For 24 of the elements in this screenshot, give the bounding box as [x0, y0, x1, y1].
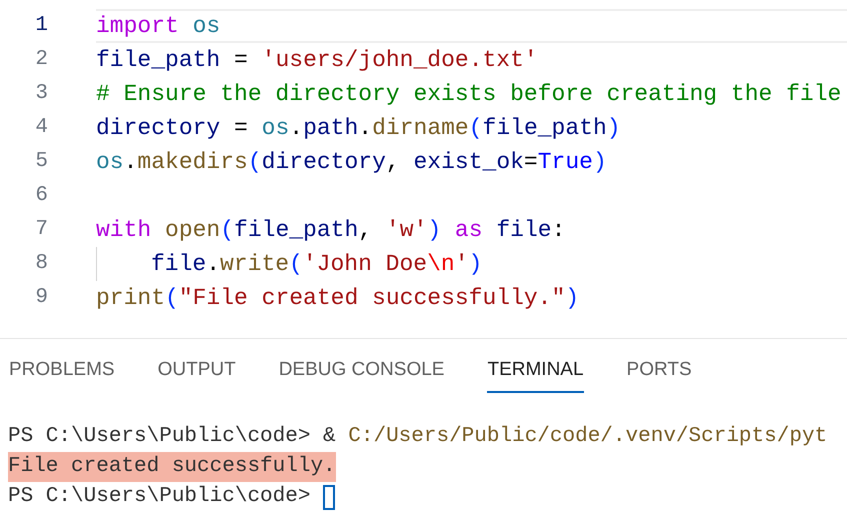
panel-tab[interactable]: PORTS — [626, 350, 692, 393]
line-number: 7 — [34, 217, 48, 244]
line-number: 6 — [34, 183, 48, 210]
terminal-line: PS C:\Users\Public\code> & C:/Users/Public/code/.venv/Scripts/pyt — [8, 424, 828, 450]
panel-tab[interactable]: PROBLEMS — [9, 350, 115, 393]
code-line: # Ensure the directory exists before creating the file — [96, 80, 842, 109]
code-line: with open(file_path, 'w') as file: — [96, 216, 566, 245]
panel-tab[interactable]: DEBUG CONSOLE — [278, 350, 444, 393]
panel-tab[interactable]: TERMINAL — [487, 350, 584, 393]
line-number: 8 — [34, 251, 48, 278]
line-number: 3 — [34, 81, 48, 108]
line-number: 5 — [34, 149, 48, 176]
code-line: os.makedirs(directory, exist_ok=True) — [96, 148, 607, 177]
code-line: file.write('John Doe\n') — [151, 250, 482, 279]
terminal-line: PS C:\Users\Public\code> — [8, 484, 312, 510]
line-number: 1 — [34, 13, 48, 40]
line-number: 9 — [34, 285, 48, 312]
code-line: file_path = 'users/john_doe.txt' — [96, 46, 538, 75]
code-line: directory = os.path.dirname(file_path) — [96, 114, 621, 143]
code-line: import os — [96, 12, 220, 41]
panel-tab[interactable]: OUTPUT — [158, 350, 236, 393]
code-line: print("File created successfully.") — [96, 284, 580, 313]
line-number: 2 — [34, 47, 48, 74]
line-number: 4 — [34, 115, 48, 142]
